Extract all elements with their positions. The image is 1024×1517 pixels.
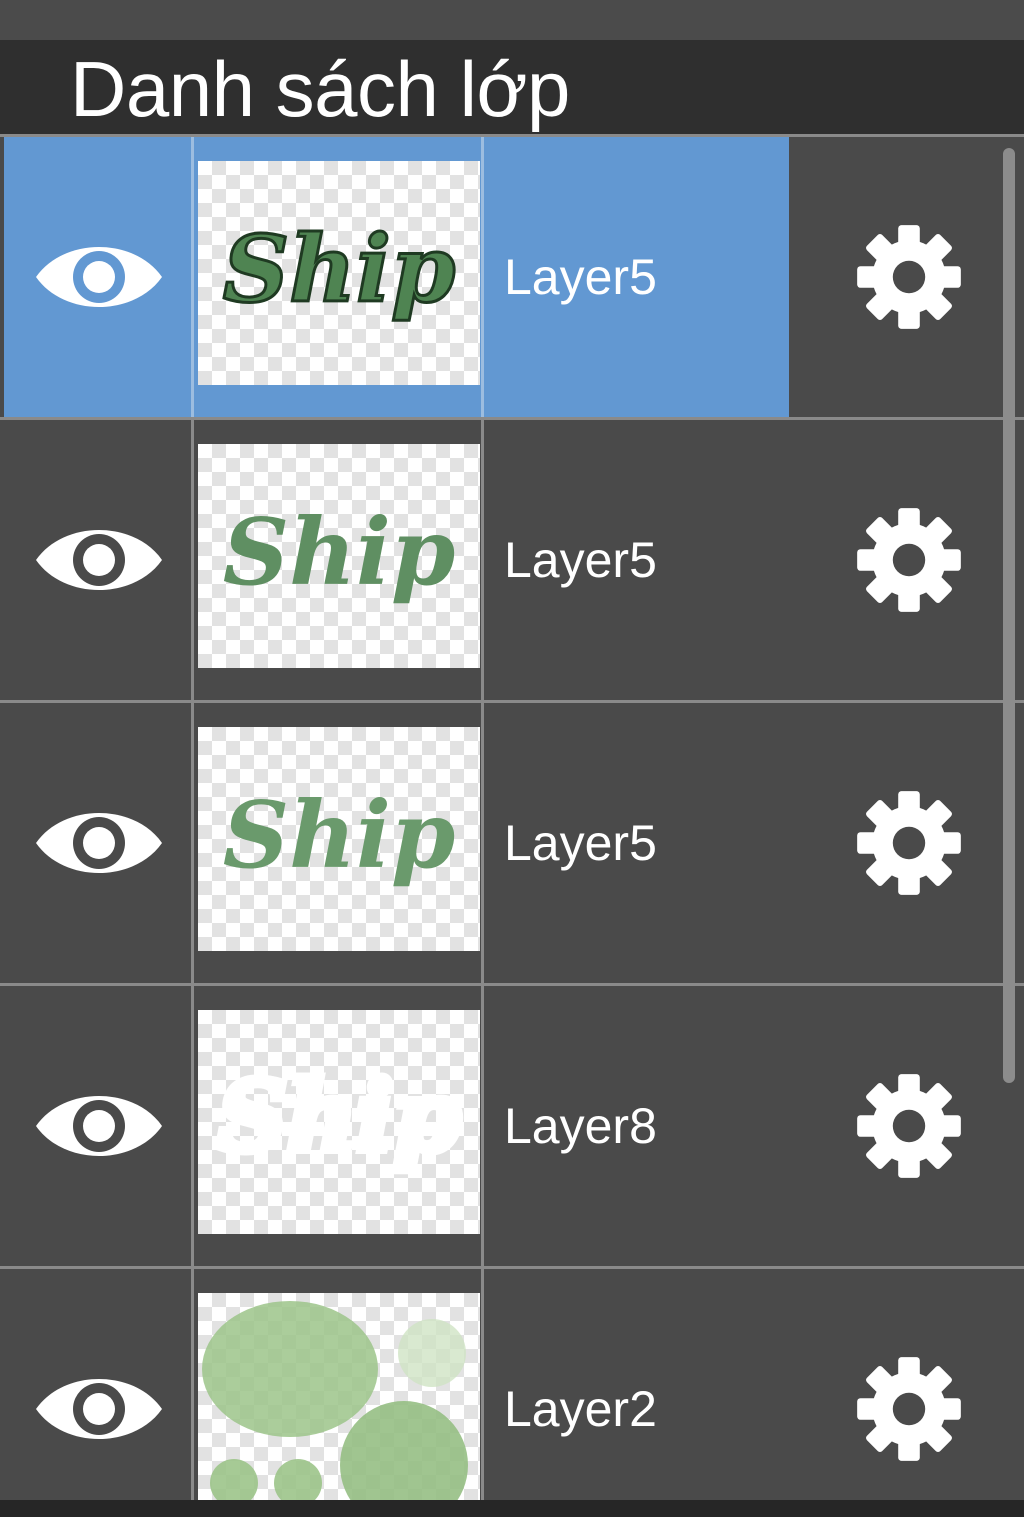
gear-icon[interactable] <box>855 506 963 614</box>
layer-name: Layer5 <box>504 815 657 871</box>
layer-name-cell[interactable]: Layer2 <box>484 1269 789 1500</box>
green-blobs-thumbnail <box>202 1301 468 1500</box>
layer-thumbnail: Ship <box>198 727 480 951</box>
svg-text:Ship: Ship <box>223 498 456 606</box>
layer-name: Layer5 <box>504 249 657 305</box>
visibility-toggle[interactable] <box>4 703 194 983</box>
white-lettering-thumbnail: Ship <box>214 1056 465 1177</box>
visibility-toggle[interactable] <box>4 137 194 417</box>
layer-list: Ship Layer5 Ship Layer5 Ship Layer5 Ship… <box>0 134 1024 1500</box>
visibility-toggle[interactable] <box>4 986 194 1266</box>
layer-thumbnail-cell[interactable]: Ship <box>194 420 484 700</box>
layer-row[interactable]: Ship Layer5 <box>0 134 1024 417</box>
layer-settings-button[interactable] <box>789 986 1024 1266</box>
layer-settings-button[interactable] <box>789 137 1024 417</box>
layer-thumbnail: Ship <box>198 1010 480 1234</box>
gear-icon[interactable] <box>855 789 963 897</box>
layer-row[interactable]: Ship Layer8 <box>0 983 1024 1266</box>
top-bar <box>0 0 1024 40</box>
bottom-bar <box>0 1500 1024 1517</box>
layer-thumbnail-cell[interactable] <box>194 1269 484 1500</box>
layer-settings-button[interactable] <box>789 420 1024 700</box>
svg-text:Ship: Ship <box>223 215 456 323</box>
eye-icon[interactable] <box>34 798 164 888</box>
layer-row[interactable]: Layer2 <box>0 1266 1024 1500</box>
layer-row[interactable]: Ship Layer5 <box>0 417 1024 700</box>
svg-text:Ship: Ship <box>218 1060 461 1173</box>
layer-thumbnail <box>198 1293 480 1500</box>
visibility-toggle[interactable] <box>4 420 194 700</box>
layer-name: Layer2 <box>504 1381 657 1437</box>
visibility-toggle[interactable] <box>4 1269 194 1500</box>
layer-settings-button[interactable] <box>789 703 1024 983</box>
layer-thumbnail-cell[interactable]: Ship <box>194 986 484 1266</box>
eye-icon[interactable] <box>34 1081 164 1171</box>
layer-name: Layer5 <box>504 532 657 588</box>
ship-lettering-thumbnail: Ship <box>221 214 457 325</box>
layer-panel-header: Danh sách lớp <box>0 40 1024 134</box>
ship-lettering-thumbnail: Ship <box>223 498 456 606</box>
layer-name-cell[interactable]: Layer5 <box>484 137 789 417</box>
layer-list-scrollbar[interactable] <box>1003 148 1015 1083</box>
gear-icon[interactable] <box>855 1355 963 1463</box>
layer-name-cell[interactable]: Layer8 <box>484 986 789 1266</box>
panel-title: Danh sách lớp <box>70 45 570 133</box>
layer-thumbnail: Ship <box>198 444 480 668</box>
layer-settings-button[interactable] <box>789 1269 1024 1500</box>
gear-icon[interactable] <box>855 223 963 331</box>
layer-name-cell[interactable]: Layer5 <box>484 420 789 700</box>
layer-thumbnail: Ship <box>198 161 480 385</box>
ship-lettering-thumbnail: Ship <box>223 781 456 889</box>
eye-icon[interactable] <box>34 1364 164 1454</box>
layer-thumbnail-cell[interactable]: Ship <box>194 137 484 417</box>
svg-text:Ship: Ship <box>223 781 456 889</box>
layer-row[interactable]: Ship Layer5 <box>0 700 1024 983</box>
layer-thumbnail-cell[interactable]: Ship <box>194 703 484 983</box>
gear-icon[interactable] <box>855 1072 963 1180</box>
eye-icon[interactable] <box>34 515 164 605</box>
layer-name: Layer8 <box>504 1098 657 1154</box>
layer-name-cell[interactable]: Layer5 <box>484 703 789 983</box>
eye-icon[interactable] <box>34 232 164 322</box>
